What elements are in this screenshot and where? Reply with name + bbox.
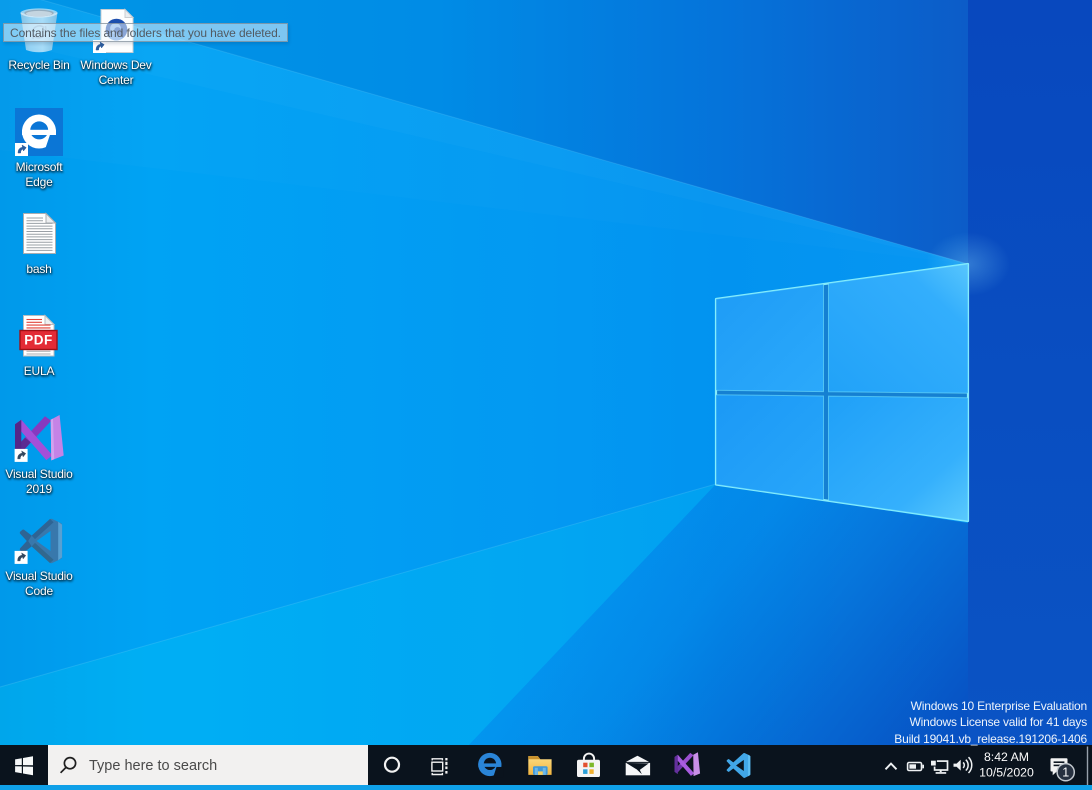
svg-text:8:42 AM: 8:42 AM — [984, 750, 1029, 764]
svg-text:10/5/2020: 10/5/2020 — [979, 766, 1034, 780]
svg-text:1: 1 — [1062, 766, 1069, 780]
svg-text:Type here to search: Type here to search — [89, 758, 217, 774]
svg-text:PDF: PDF — [24, 333, 53, 348]
